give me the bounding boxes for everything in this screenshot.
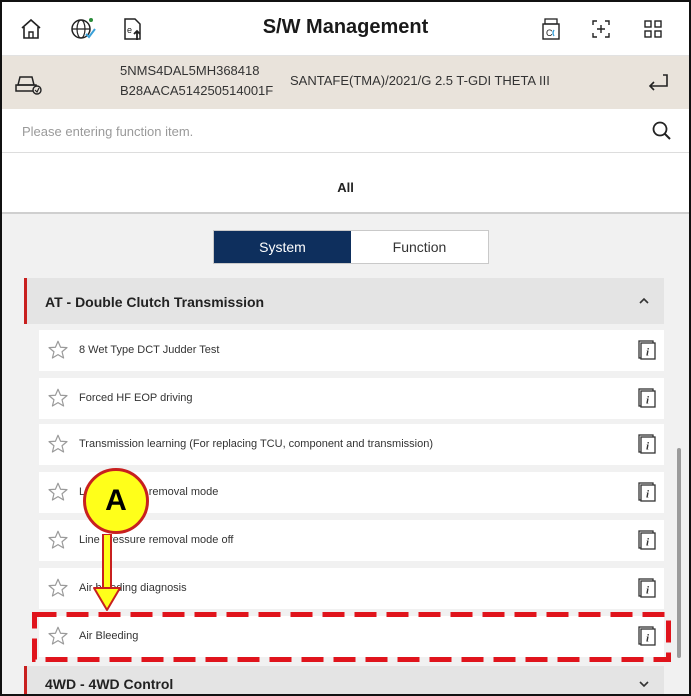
info-icon[interactable]: i: [638, 388, 656, 408]
search-icon[interactable]: [651, 120, 673, 142]
list-item[interactable]: Air bleeding diagnosis i: [39, 568, 664, 609]
grid-menu-icon[interactable]: [638, 14, 668, 44]
device-upload-icon[interactable]: e: [118, 14, 148, 44]
ccu-icon[interactable]: C: [536, 14, 566, 44]
group-header-4wd[interactable]: 4WD - 4WD Control: [24, 666, 664, 694]
search-bar: [2, 109, 689, 153]
info-icon[interactable]: i: [638, 340, 656, 360]
car-diagnostic-icon: [14, 71, 42, 95]
star-icon[interactable]: [47, 481, 69, 503]
chevron-down-icon: [636, 676, 652, 692]
star-icon[interactable]: [47, 529, 69, 551]
system-function-toggle: System Function: [213, 230, 489, 264]
item-label: Transmission learning (For replacing TCU…: [79, 438, 433, 450]
svg-text:e: e: [127, 25, 132, 35]
tab-bar: All: [2, 153, 689, 214]
info-icon[interactable]: i: [638, 530, 656, 550]
vehicle-info-bar: 5NMS4DAL5MH368418 B28AACA514250514001F S…: [2, 56, 689, 109]
info-icon[interactable]: i: [638, 578, 656, 598]
tab-all[interactable]: All: [2, 180, 689, 195]
list-item[interactable]: Forced HF EOP driving i: [39, 378, 664, 419]
vehicle-ids: 5NMS4DAL5MH368418 B28AACA514250514001F: [120, 61, 273, 101]
highlight-dashed-box: [32, 612, 671, 662]
group-label: 4WD - 4WD Control: [45, 676, 174, 692]
info-icon[interactable]: i: [638, 434, 656, 454]
star-icon[interactable]: [47, 339, 69, 361]
return-icon[interactable]: [645, 70, 671, 94]
arrow-down-icon: [93, 534, 121, 611]
vehicle-model: SANTAFE(TMA)/2021/G 2.5 T-GDI THETA III: [290, 73, 550, 88]
chevron-up-icon: [636, 293, 652, 309]
info-icon[interactable]: i: [638, 482, 656, 502]
item-label: 8 Wet Type DCT Judder Test: [79, 344, 220, 356]
list-item[interactable]: 8 Wet Type DCT Judder Test i: [39, 330, 664, 371]
globe-check-icon[interactable]: [68, 14, 98, 44]
group-header-at-dct[interactable]: AT - Double Clutch Transmission: [24, 278, 664, 324]
star-icon[interactable]: [47, 433, 69, 455]
vin-number: 5NMS4DAL5MH368418: [120, 63, 260, 78]
item-label: Forced HF EOP driving: [79, 392, 193, 404]
home-icon[interactable]: [16, 14, 46, 44]
function-toggle-button[interactable]: Function: [351, 231, 488, 263]
svg-text:C: C: [546, 28, 553, 38]
search-input[interactable]: [22, 119, 622, 143]
group-label: AT - Double Clutch Transmission: [45, 294, 265, 310]
callout-marker: A: [83, 468, 149, 534]
star-icon[interactable]: [47, 387, 69, 409]
app-window: e S/W Management C 5NMS4DAL5MH368418 B28…: [0, 0, 691, 696]
expand-icon[interactable]: [586, 14, 616, 44]
star-icon[interactable]: [47, 577, 69, 599]
system-toggle-button[interactable]: System: [214, 231, 351, 263]
list-item[interactable]: Transmission learning (For replacing TCU…: [39, 424, 664, 465]
scrollbar[interactable]: [677, 448, 681, 658]
top-bar: e S/W Management C: [2, 2, 689, 56]
software-id: B28AACA514250514001F: [120, 83, 274, 98]
